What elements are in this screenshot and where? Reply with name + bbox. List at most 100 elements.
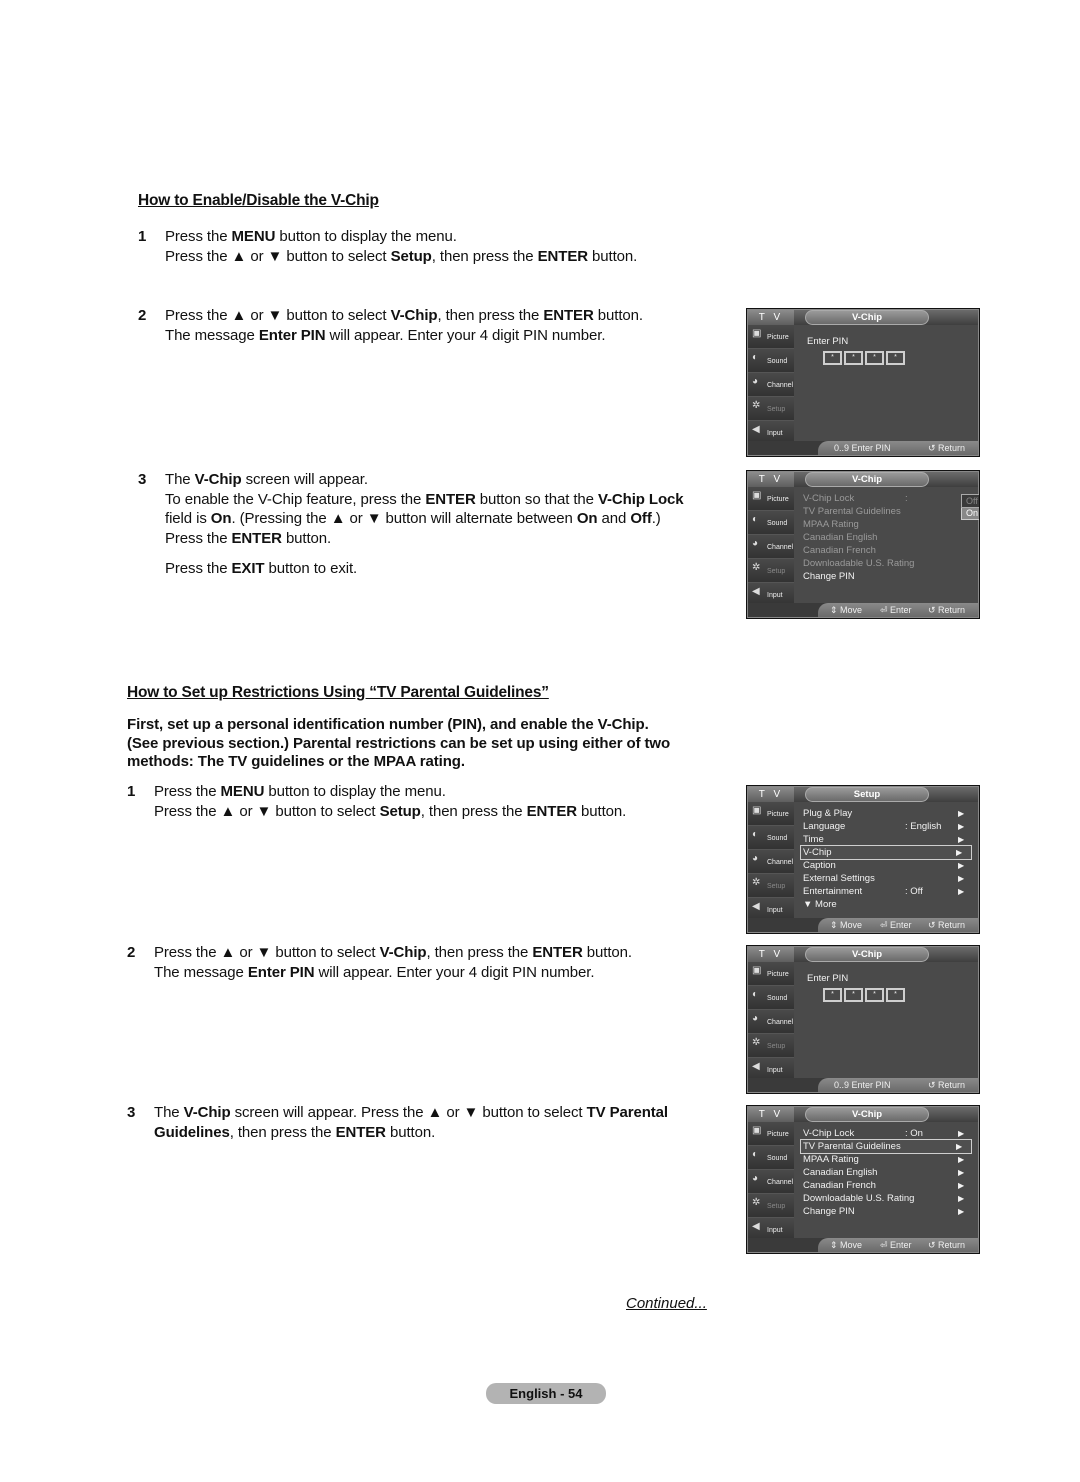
- osd-sidebar-item-picture[interactable]: ▣ Picture: [748, 962, 794, 986]
- step-line: The V-Chip screen will appear. Press the…: [154, 1103, 717, 1123]
- pin-digit-box[interactable]: *: [886, 351, 905, 365]
- osd-menu-item[interactable]: MPAA Rating ▶: [803, 1153, 964, 1166]
- osd-menu-item[interactable]: V-Chip Lock:: [803, 492, 908, 505]
- osd-sidebar-item-sound[interactable]: ◐ Sound: [748, 349, 794, 373]
- continued-link[interactable]: Continued...: [626, 1295, 707, 1312]
- osd-sidebar-item-channel[interactable]: ◕ Channel: [748, 373, 794, 397]
- osd-sidebar-item-channel[interactable]: ◕ Channel: [748, 535, 794, 559]
- step-line: To enable the V-Chip feature, press the …: [165, 490, 728, 510]
- osd-sidebar-item-sound[interactable]: ◐ Sound: [748, 986, 794, 1010]
- osd-menu-item[interactable]: Downloadable U.S. Rating: [803, 557, 914, 570]
- osd-footer-move: ⇕ Move: [830, 919, 862, 931]
- osd-sidebar-item-channel[interactable]: ◕ Channel: [748, 1010, 794, 1034]
- bold-term: ENTER: [526, 802, 577, 820]
- osd-menu-item[interactable]: Time ▶: [803, 833, 964, 846]
- osd-menu-item[interactable]: Caption ▶: [803, 859, 964, 872]
- text-run: , then press the: [229, 1123, 336, 1141]
- osd-menu-item[interactable]: Canadian English: [803, 531, 877, 544]
- osd-menu-item[interactable]: Language: English ▶: [803, 820, 964, 833]
- osd-sidebar-item-channel[interactable]: ◕ Channel: [748, 850, 794, 874]
- step-number: 1: [127, 783, 136, 800]
- bold-term: TV Parental: [586, 1104, 669, 1121]
- picture-icon: ▣: [752, 965, 762, 976]
- chevron-right-icon: ▶: [958, 1168, 965, 1177]
- input-icon: ◀: [752, 1061, 760, 1072]
- osd-menu-item[interactable]: Change PIN ▶: [803, 1205, 964, 1218]
- osd-menu-item[interactable]: Downloadable U.S. Rating ▶: [803, 1192, 964, 1205]
- osd-menu-item[interactable]: Entertainment: Off ▶: [803, 885, 964, 898]
- osd-title: V-Chip: [805, 310, 929, 325]
- osd-sidebar-item-setup[interactable]: ✲ Setup: [748, 1034, 794, 1058]
- osd-tv-tab: T V: [748, 1107, 794, 1122]
- pin-digit-box[interactable]: *: [844, 351, 863, 365]
- bold-term: MENU: [231, 228, 276, 245]
- pin-digit-box[interactable]: *: [865, 988, 884, 1002]
- chevron-right-icon: ▶: [958, 809, 965, 818]
- osd-menu-item-label: Canadian French: [803, 545, 876, 556]
- osd-menu-item[interactable]: TV Parental Guidelines ▶: [800, 1139, 972, 1154]
- osd-menu-item[interactable]: MPAA Rating: [803, 518, 859, 531]
- osd-sidebar-item-picture[interactable]: ▣ Picture: [748, 325, 794, 349]
- osd-menu-item[interactable]: V-Chip ▶: [800, 845, 972, 860]
- step-number: 2: [127, 944, 136, 961]
- osd-menu-item[interactable]: Canadian English ▶: [803, 1166, 964, 1179]
- enter-icon: ⏎: [880, 920, 891, 930]
- s2-step-1: 1 Press the MENU button to display the me…: [127, 782, 707, 821]
- setup-icon: ✲: [752, 562, 761, 573]
- osd-content: V-Chip Lock: On ▶ TV Parental Guidelines ▶ M…: [795, 1123, 977, 1235]
- osd-footer-enter: ⏎ Enter: [880, 604, 912, 616]
- pin-digit-box[interactable]: *: [823, 988, 842, 1002]
- osd-sidebar-item-setup[interactable]: ✲ Setup: [748, 397, 794, 421]
- osd-content: Enter PIN * * * *: [795, 326, 977, 438]
- osd-menu-item[interactable]: Plug & Play ▶: [803, 807, 964, 820]
- osd-sidebar-item-setup[interactable]: ✲ Setup: [748, 1194, 794, 1218]
- osd-menu-item[interactable]: Change PIN: [803, 570, 855, 583]
- osd-menu-item[interactable]: ▼ More: [803, 898, 837, 911]
- chevron-right-icon: ▶: [958, 835, 965, 844]
- text-run: button.: [593, 307, 643, 324]
- osd-sidebar-item-sound[interactable]: ◐ Sound: [748, 826, 794, 850]
- osd-sidebar-item-picture[interactable]: ▣ Picture: [748, 1122, 794, 1146]
- osd-sidebar-item-picture[interactable]: ▣ Picture: [748, 802, 794, 826]
- chevron-right-icon: ▶: [958, 887, 965, 896]
- pin-digit-box[interactable]: *: [886, 988, 905, 1002]
- osd-sidebar-label: Channel: [767, 1019, 794, 1026]
- section-heading-enable-vchip: How to Enable/Disable the V-Chip: [138, 192, 379, 209]
- tv-osd-vchip-menu: T V V-Chip ▣ Picture ◐ Sound ◕ Channel ✲ Setup ◀ In…: [746, 1105, 980, 1254]
- pin-digit-box[interactable]: *: [823, 351, 842, 365]
- osd-sidebar-item-setup[interactable]: ✲ Setup: [748, 874, 794, 898]
- osd-menu-item-label: Language: [803, 821, 846, 832]
- text-run: and: [597, 510, 631, 527]
- osd-sidebar-item-channel[interactable]: ◕ Channel: [748, 1170, 794, 1194]
- pin-digit-box[interactable]: *: [844, 988, 863, 1002]
- sound-icon: ◐: [752, 1149, 759, 1160]
- osd-sidebar-item-picture[interactable]: ▣ Picture: [748, 487, 794, 511]
- osd-menu-item[interactable]: TV Parental Guidelines: [803, 505, 901, 518]
- osd-sidebar-item-setup[interactable]: ✲ Setup: [748, 559, 794, 583]
- osd-title: V-Chip: [805, 947, 929, 962]
- step-text: Press the MENU button to display the men…: [165, 227, 698, 266]
- text-run: Press the ▲ or ▼ button to select: [154, 802, 380, 820]
- osd-footer-return: ↺ Return: [928, 442, 965, 454]
- osd-sidebar: ▣ Picture ◐ Sound ◕ Channel ✲ Setup ◀ Input: [748, 325, 794, 455]
- picture-icon: ▣: [752, 328, 762, 339]
- step-line: Press the MENU button to display the men…: [154, 782, 707, 802]
- enter-icon: ⏎: [880, 605, 891, 615]
- osd-menu-item[interactable]: External Settings ▶: [803, 872, 964, 885]
- osd-sidebar-item-sound[interactable]: ◐ Sound: [748, 1146, 794, 1170]
- text-run: , then press the: [431, 247, 538, 265]
- osd-menu-item[interactable]: Canadian French: [803, 544, 876, 557]
- osd-option[interactable]: On: [962, 507, 979, 519]
- text-run: Press the: [165, 228, 232, 245]
- text-run: Press the ▲ or ▼ button to select: [165, 247, 391, 265]
- text-run: The: [154, 1104, 184, 1121]
- osd-option[interactable]: Off: [961, 494, 979, 508]
- pin-digit-box[interactable]: *: [865, 351, 884, 365]
- setup-icon: ✲: [752, 877, 761, 888]
- osd-sidebar: ▣ Picture ◐ Sound ◕ Channel ✲ Setup ◀ Input: [748, 802, 794, 932]
- osd-sidebar-item-sound[interactable]: ◐ Sound: [748, 511, 794, 535]
- osd-menu-item[interactable]: Canadian French ▶: [803, 1179, 964, 1192]
- osd-menu-item[interactable]: V-Chip Lock: On ▶: [803, 1127, 964, 1140]
- step-text: Press the MENU button to display the men…: [154, 782, 707, 821]
- chevron-right-icon: ▶: [956, 1142, 963, 1151]
